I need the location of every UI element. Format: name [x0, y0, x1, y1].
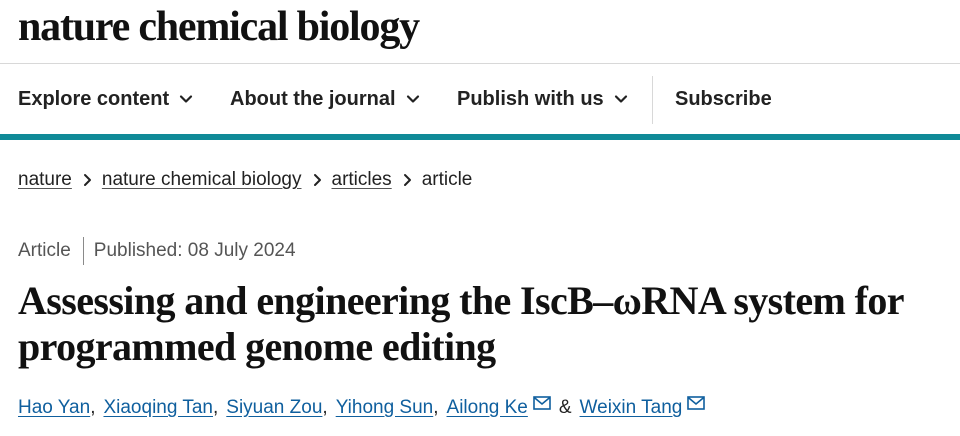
email-icon[interactable]: [533, 396, 551, 410]
chevron-right-icon: [302, 169, 332, 191]
author-link[interactable]: Ailong Ke: [447, 397, 528, 419]
article-type: Article: [18, 240, 71, 261]
author-separator: ,: [90, 397, 96, 418]
author-link[interactable]: Weixin Tang: [580, 397, 683, 419]
nav-item-label: About the journal: [230, 87, 396, 110]
chevron-right-icon: [392, 169, 422, 191]
nav-explore-content[interactable]: Explore content: [18, 86, 193, 112]
email-icon[interactable]: [687, 396, 706, 410]
author-separator: ,: [433, 397, 439, 418]
site-header: nature chemical biology: [0, 0, 960, 62]
subscribe-link[interactable]: Subscribe: [675, 86, 772, 112]
meta-divider: [82, 237, 84, 265]
article-meta: Article Published: 08 July 2024: [18, 237, 296, 265]
chevron-down-icon: [614, 92, 628, 106]
nav-item-label: Publish with us: [457, 87, 604, 110]
chevron-right-icon: [72, 169, 102, 191]
breadcrumb-current: article: [421, 169, 473, 190]
nav-about-journal[interactable]: About the journal: [230, 86, 420, 112]
author-ampersand: &: [558, 397, 572, 418]
author-separator: ,: [213, 397, 219, 418]
author-link[interactable]: Hao Yan: [18, 397, 90, 419]
breadcrumb-nature-chemical-biology[interactable]: nature chemical biology: [102, 169, 302, 191]
nav-publish-with-us[interactable]: Publish with us: [457, 86, 628, 112]
breadcrumb: nature nature chemical biology articles …: [18, 167, 472, 193]
published-date: Published: 08 July 2024: [93, 240, 296, 261]
author-link[interactable]: Yihong Sun: [336, 397, 434, 419]
nav-separator: [652, 76, 653, 124]
breadcrumb-nature[interactable]: nature: [18, 169, 72, 191]
chevron-down-icon: [179, 92, 193, 106]
breadcrumb-articles[interactable]: articles: [332, 169, 392, 191]
article-title: Assessing and engineering the IscB–ωRNA …: [18, 278, 904, 369]
author-list: Hao Yan, Xiaoqing Tan, Siyuan Zou, Yihon…: [18, 394, 706, 422]
author-link[interactable]: Siyuan Zou: [226, 397, 322, 419]
author-link[interactable]: Xiaoqing Tan: [103, 397, 213, 419]
nav-accent-bar: [0, 134, 960, 140]
nav-item-label: Explore content: [18, 87, 170, 110]
journal-logo[interactable]: nature chemical biology: [18, 4, 420, 50]
author-separator: ,: [322, 397, 328, 418]
chevron-down-icon: [406, 92, 420, 106]
main-nav: Explore content About the journal Publis…: [0, 64, 960, 134]
